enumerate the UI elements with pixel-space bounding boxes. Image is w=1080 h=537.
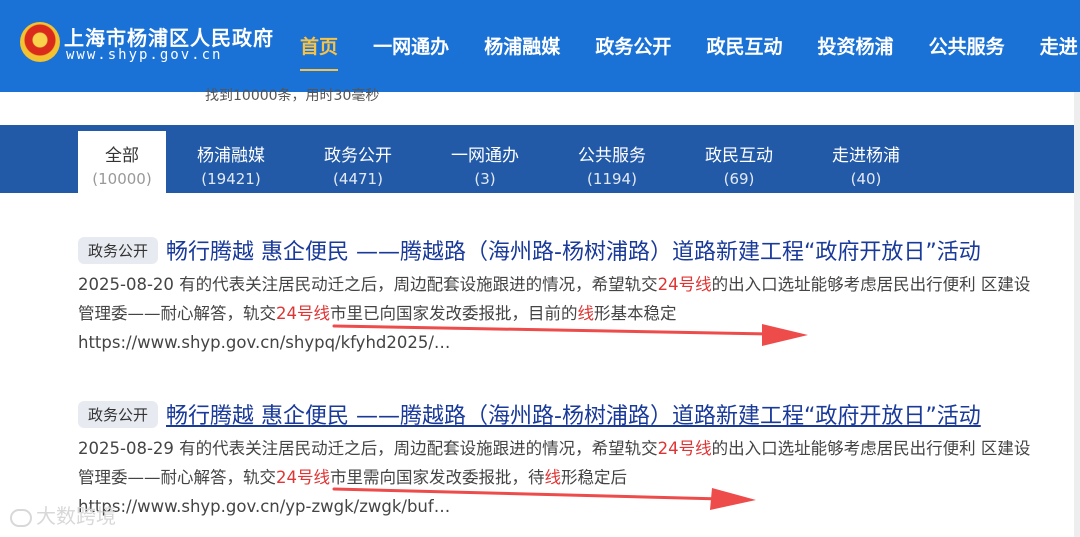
nav-yangpu-media[interactable]: 杨浦融媒 — [484, 32, 560, 59]
tab-count: (3) — [474, 170, 496, 188]
tab-all[interactable]: 全部 (10000) — [78, 131, 166, 193]
nav-invest-yangpu[interactable]: 投资杨浦 — [818, 32, 894, 59]
tab-count: (40) — [850, 170, 882, 188]
watermark-logo-icon — [10, 508, 32, 527]
result-count-strip: 找到10000条，用时30毫秒 — [0, 88, 1080, 125]
result-category-tag: 政务公开 — [78, 400, 159, 428]
tab-label: 走进杨浦 — [832, 146, 900, 166]
tab-label: 杨浦融媒 — [197, 146, 265, 166]
annotation-arrow-icon — [332, 324, 808, 346]
site-url: www.shyp.gov.cn — [66, 47, 223, 63]
snippet-text: 有的代表关注居民动迁之后，周边配套设施跟进的情况，希望轨交 — [173, 275, 658, 294]
snippet-text: 有的代表关注居民动迁之后，周边配套设施跟进的情况，希望轨交 — [173, 439, 658, 458]
tab-count: (10000) — [92, 170, 152, 188]
nav-one-stop-service[interactable]: 一网通办 — [373, 32, 449, 59]
snippet-highlight: 24号线 — [657, 439, 712, 458]
tab-public-service[interactable]: 公共服务 (1194) — [568, 131, 656, 193]
result-title-link[interactable]: 畅行腾越 惠企便民 ——腾越路（海州路-杨树浦路）道路新建工程“政府开放日”活动 — [166, 398, 1036, 430]
national-emblem-icon — [20, 22, 60, 62]
tab-count: (4471) — [333, 170, 383, 188]
nav-government-affairs[interactable]: 政务公开 — [595, 32, 671, 59]
tab-count: (69) — [723, 170, 755, 188]
result-title-link[interactable]: 畅行腾越 惠企便民 ——腾越路（海州路-杨树浦路）道路新建工程“政府开放日”活动 — [166, 234, 1036, 266]
result-date: 2025-08-29 — [78, 439, 174, 458]
nav-home[interactable]: 首页 — [300, 32, 339, 71]
tab-about-yangpu[interactable]: 走进杨浦 (40) — [822, 131, 910, 193]
tab-label: 公共服务 — [578, 146, 646, 166]
tab-label: 政务公开 — [324, 146, 392, 166]
result-count-text: 找到10000条，用时30毫秒 — [205, 88, 380, 104]
watermark-text: 大数跨境 — [36, 504, 116, 528]
tab-label: 全部 — [105, 146, 139, 166]
result-header: 政务公开 畅行腾越 惠企便民 ——腾越路（海州路-杨树浦路）道路新建工程“政府开放… — [78, 398, 1048, 432]
result-header: 政务公开 畅行腾越 惠企便民 ——腾越路（海州路-杨树浦路）道路新建工程“政府开放… — [78, 234, 1048, 268]
watermark: 大数跨境 — [10, 500, 116, 529]
result-date: 2025-08-20 — [78, 275, 174, 294]
tab-label: 政民互动 — [705, 146, 773, 166]
site-logo[interactable]: 上海市杨浦区人民政府 www.shyp.gov.cn — [20, 20, 273, 72]
tab-label: 一网通办 — [451, 146, 519, 166]
result-category-tag: 政务公开 — [78, 236, 159, 264]
category-tabs: 全部 (10000) 杨浦融媒 (19421) 政务公开 (4471) 一网通办… — [0, 125, 1080, 193]
tab-government-affairs[interactable]: 政务公开 (4471) — [314, 131, 402, 193]
tab-count: (1194) — [587, 170, 637, 188]
nav-about-yangpu[interactable]: 走进 — [1040, 32, 1078, 59]
annotation-arrow-icon — [332, 487, 756, 510]
tab-count: (19421) — [201, 170, 261, 188]
snippet-highlight: 24号线 — [276, 468, 330, 487]
nav-public-interaction[interactable]: 政民互动 — [706, 32, 782, 59]
tab-yangpu-media[interactable]: 杨浦融媒 (19421) — [187, 131, 275, 193]
tab-one-stop-service[interactable]: 一网通办 (3) — [441, 131, 529, 193]
nav-public-service[interactable]: 公共服务 — [929, 32, 1005, 59]
main-nav: 首页 一网通办 杨浦融媒 政务公开 政民互动 投资杨浦 公共服务 走进 — [300, 32, 1080, 71]
tab-public-interaction[interactable]: 政民互动 (69) — [695, 131, 783, 193]
scrollbar[interactable] — [1074, 92, 1080, 537]
top-header: 上海市杨浦区人民政府 www.shyp.gov.cn 首页 一网通办 杨浦融媒 … — [0, 0, 1080, 92]
snippet-highlight: 24号线 — [276, 304, 330, 323]
snippet-highlight: 24号线 — [657, 275, 712, 294]
